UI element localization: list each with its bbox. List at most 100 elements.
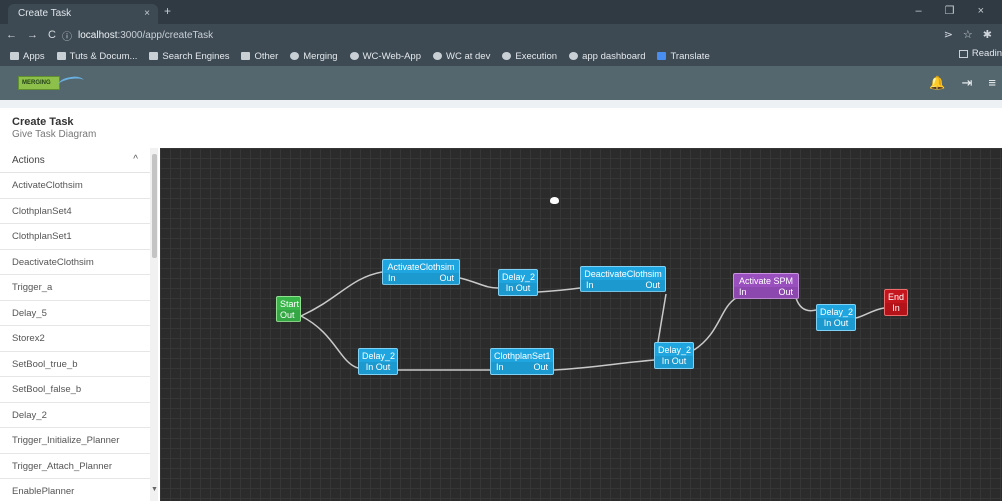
port-out[interactable]: Out [280, 310, 295, 321]
node-ports: In Out [581, 280, 665, 292]
bookmark-label: Search Engines [162, 50, 230, 62]
github-icon [349, 52, 359, 60]
app-logo[interactable]: MERGING [18, 74, 85, 92]
bookmark-apps[interactable]: Apps [10, 51, 45, 62]
node-ports: In Out [383, 273, 459, 285]
node-title: Delay_2 [502, 272, 536, 282]
port-in-out[interactable]: In Out [662, 356, 687, 367]
node-title: End [888, 292, 905, 302]
port-in-out[interactable]: In Out [506, 283, 531, 294]
actions-header[interactable]: Actions ^ [0, 148, 150, 173]
scroll-down-icon[interactable]: ▼ [151, 486, 158, 493]
window-controls[interactable]: – ❐ × [915, 4, 994, 17]
extensions-icon[interactable]: ✱ [983, 28, 992, 41]
action-item[interactable]: Trigger_Attach_Planner [0, 454, 150, 479]
node-delay2-d[interactable]: Delay_2 In Out [816, 304, 856, 331]
bookmark-app-dashboard[interactable]: app dashboard [569, 51, 645, 62]
bookmark-wc-web-app[interactable]: WC-Web-App [349, 51, 421, 62]
bookmark-star-icon[interactable]: ☆ [963, 28, 973, 41]
node-delay2-c[interactable]: Delay_2 In Out [654, 342, 694, 369]
bookmark-other[interactable]: Other [241, 51, 278, 62]
info-icon[interactable]: ⓘ [62, 28, 72, 43]
globe-icon [569, 52, 579, 60]
bookmark-label: Tuts & Docum... [69, 50, 138, 62]
nav-buttons: ← → C [6, 29, 58, 41]
diagram-links [300, 271, 885, 371]
node-start[interactable]: Start Out [276, 296, 301, 322]
action-item[interactable]: ClothplanSet1 [0, 224, 150, 250]
bookmark-search-engines[interactable]: Search Engines [149, 51, 229, 62]
port-in-out[interactable]: In Out [366, 362, 391, 373]
port-out[interactable]: Out [645, 280, 660, 291]
port-in[interactable]: In [388, 273, 396, 284]
node-clothplanset1[interactable]: ClothplanSet1 In Out [490, 348, 554, 375]
action-item[interactable]: Trigger_Initialize_Planner [0, 428, 150, 454]
port-in[interactable]: In [892, 303, 900, 314]
logo-box: MERGING [18, 76, 60, 90]
notification-bell-icon[interactable]: 🔔 [929, 75, 945, 91]
port-in[interactable]: In [496, 362, 504, 373]
action-item[interactable]: EnablePlanner [0, 479, 150, 501]
link-delay2c-spm [693, 297, 737, 351]
link-delay2d-end [855, 307, 885, 319]
bookmark-execution[interactable]: Execution [502, 51, 557, 62]
node-activate-spm[interactable]: Activate SPM In Out [733, 273, 799, 299]
port-out[interactable]: Out [439, 273, 454, 284]
back-icon[interactable]: ← [6, 29, 17, 41]
link-start-activate [300, 271, 383, 317]
close-tab-icon[interactable]: × [144, 8, 150, 19]
action-item[interactable]: Delay_5 [0, 301, 150, 326]
node-ports: In [885, 303, 907, 315]
new-tab-icon[interactable]: + [164, 4, 171, 18]
address-bar-actions: ⋗ ☆ ✱ [944, 28, 992, 41]
bookmark-wc-at-dev[interactable]: WC at dev [433, 51, 490, 62]
action-item[interactable]: ClothplanSet4 [0, 199, 150, 224]
reading-list[interactable]: Readin [958, 48, 1002, 59]
url-field[interactable]: localhost:3000/app/createTask [78, 30, 213, 41]
page-title-area: Create Task Give Task Diagram [0, 108, 1002, 148]
action-item[interactable]: DeactivateClothsim [0, 250, 150, 275]
github-icon [433, 52, 442, 60]
task-diagram-canvas[interactable]: Start Out ActivateClothsim In Out Delay_2… [160, 148, 1002, 501]
forward-icon[interactable]: → [27, 29, 38, 41]
header-actions: 🔔 ⇥ ≡ [929, 75, 996, 91]
sidebar-scroll-thumb[interactable] [152, 154, 157, 258]
node-delay2-b[interactable]: Delay_2 In Out [358, 348, 398, 375]
browser-tab-bar: Create Task × + – ❐ × [0, 0, 1002, 24]
reload-icon[interactable]: C [48, 29, 56, 41]
logout-icon[interactable]: ⇥ [962, 75, 973, 91]
folder-icon [241, 52, 251, 60]
header-separator [0, 100, 1002, 108]
node-ports: In Out [817, 318, 855, 330]
node-title: DeactivateClothsim [584, 269, 662, 279]
action-item[interactable]: Storex2 [0, 326, 150, 352]
node-delay2-a[interactable]: Delay_2 In Out [498, 269, 538, 296]
action-item[interactable]: SetBool_true_b [0, 352, 150, 377]
url-path: :3000/app/createTask [117, 29, 214, 41]
cast-icon[interactable]: ⋗ [944, 28, 953, 41]
node-title: Delay_2 [362, 351, 396, 361]
port-in[interactable]: In [739, 287, 747, 298]
node-title: Activate SPM [738, 276, 794, 286]
bookmark-merging[interactable]: Merging [290, 50, 338, 62]
node-end[interactable]: End In [884, 289, 908, 316]
port-out[interactable]: Out [533, 362, 548, 373]
bookmark-label: Merging [303, 50, 338, 62]
node-activate-clothsim[interactable]: ActivateClothsim In Out [382, 259, 460, 285]
node-ports: In Out [499, 283, 537, 295]
action-item[interactable]: Delay_2 [0, 403, 150, 428]
port-out[interactable]: Out [778, 287, 793, 298]
chevron-up-icon[interactable]: ^ [133, 154, 138, 165]
address-bar: ← → C ⓘ localhost:3000/app/createTask ⋗ … [0, 24, 1002, 46]
link-clothplan-delay2c [553, 359, 655, 371]
bookmark-translate[interactable]: Translate [657, 51, 710, 62]
browser-tab[interactable]: Create Task × [8, 4, 158, 24]
bookmark-tuts-docs[interactable]: Tuts & Docum... [56, 50, 138, 62]
node-deactivate-clothsim[interactable]: DeactivateClothsim In Out [580, 266, 666, 292]
action-item[interactable]: SetBool_false_b [0, 377, 150, 403]
menu-icon[interactable]: ≡ [988, 75, 996, 91]
port-in-out[interactable]: In Out [824, 318, 849, 329]
action-item[interactable]: ActivateClothsim [0, 173, 150, 199]
port-in[interactable]: In [586, 280, 594, 291]
action-item[interactable]: Trigger_a [0, 275, 150, 301]
